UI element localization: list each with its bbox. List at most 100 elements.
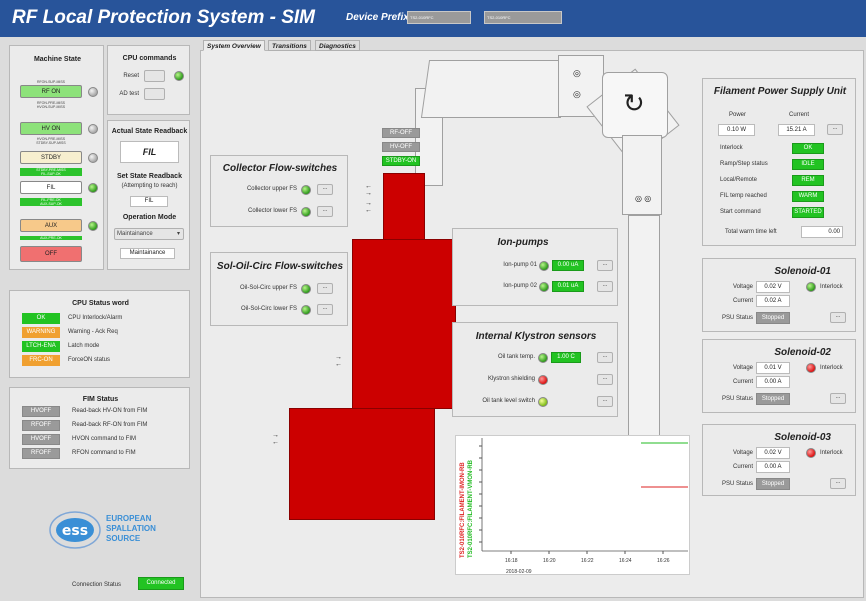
psu-status-label: PSU Status (721, 315, 753, 321)
flow-arrow-icon: ← → (365, 183, 372, 197)
bolt-icon: ◎ (573, 89, 581, 99)
filament-row-value: REM (792, 175, 824, 186)
filament-psu-panel: Filament Power Supply Unit Power Current… (702, 78, 856, 246)
state-button-stdby[interactable]: STDBY (20, 151, 82, 164)
cpu-status-badge: LTCH-ENA (22, 341, 60, 352)
reset-button[interactable] (144, 70, 165, 82)
ion-pump-02-label: Ion-pump 02 (503, 283, 537, 289)
voltage-label: Voltage (732, 365, 753, 371)
ion-pumps-panel: Ion-pumps Ion-pump 01 0.00 uA ... Ion-pu… (452, 228, 618, 306)
klystron-oil-tank (289, 408, 435, 520)
oil-temp-details-button[interactable]: ... (597, 352, 613, 363)
ion-pump-02-led (539, 282, 549, 292)
machine-state-panel: Machine State RFON-SUP-MISS RF ON RFON-P… (9, 45, 104, 270)
filament-row-label: FIL temp reached (720, 193, 767, 199)
state-button-off[interactable]: OFF (20, 246, 82, 262)
filament-row-label: Local/Remote (720, 177, 758, 183)
fil-led (88, 183, 98, 193)
shielding-details-button[interactable]: ... (597, 374, 613, 385)
fim-status-text: Read-back RF-ON from FIM (72, 422, 148, 428)
circulator-icon: ↻ (623, 88, 645, 118)
device-prefix-input[interactable]: TS2-010RFC (407, 11, 471, 24)
tab-diagnostics[interactable]: Diagnostics (315, 40, 360, 51)
flow-arrow-icon: → ← (335, 354, 342, 368)
current-label: Current (789, 112, 810, 118)
device-prefix-label: Device Prefix (346, 12, 409, 23)
oil-sol-lower-details-button[interactable]: ... (317, 304, 333, 315)
collector-fs-title: Collector Flow-switches (222, 163, 338, 174)
ess-logo: ess EUROPEAN SPALLATION SOURCE (48, 510, 158, 550)
tab-transitions[interactable]: Transitions (268, 40, 311, 51)
klystron-hv-state: HV-OFF (382, 142, 420, 152)
fim-status-badge: RFOFF (22, 448, 60, 459)
flow-arrow-icon: → ← (365, 200, 372, 214)
connection-status-label: Connection Status (72, 582, 122, 588)
klystron-sensors-panel: Internal Klystron sensors Oil tank temp.… (452, 322, 618, 417)
ion-pump-02-details-button[interactable]: ... (597, 281, 613, 292)
oil-temp-led (538, 353, 548, 363)
psu-status-value: Stopped (756, 312, 790, 324)
ion-pump-01-details-button[interactable]: ... (597, 260, 613, 271)
oil-level-led (538, 397, 548, 407)
ion-pump-01-led (539, 261, 549, 271)
state-button-fil[interactable]: FIL (20, 181, 82, 194)
fil-pre-label: FIL-PRE-OK AUX-SUP-OK (20, 198, 82, 206)
solenoid-current-value: 0.00 A (756, 461, 790, 473)
cpu-status-text: Latch mode (68, 343, 100, 349)
fim-status-panel: FIM Status HVOFF Read-back HV-ON from FIM… (9, 387, 190, 469)
ess-logo-text: EUROPEAN SPALLATION SOURCE (106, 514, 156, 544)
solenoid-details-button[interactable]: ... (830, 478, 846, 489)
hvon-pre-label: HVON-PRE-MISS STDBY-SUP-MISS (36, 137, 66, 145)
aux-led (88, 221, 98, 231)
klystron-stdby-state: STDBY-ON (382, 156, 420, 166)
actual-state-title: Actual State Readback (111, 128, 188, 135)
operation-mode-select[interactable]: Maintainance ▾ (114, 228, 184, 240)
state-button-rf-on[interactable]: RF ON (20, 85, 82, 98)
reset-led (174, 71, 184, 81)
oil-sol-lower-led (301, 305, 311, 315)
oil-temp-label: Oil tank temp. (497, 354, 535, 360)
trend-plot[interactable]: TS2-010RFC:FILAMENT-IMON-RB TS2-010RFC:F… (455, 435, 690, 575)
state-button-hv-on[interactable]: HV ON (20, 122, 82, 135)
sol-oil-fs-title: Sol-Oil-Circ Flow-switches (216, 261, 344, 272)
oil-sol-upper-details-button[interactable]: ... (317, 283, 333, 294)
solenoid-details-button[interactable]: ... (830, 393, 846, 404)
cpu-status-text: ForceON status (68, 357, 111, 363)
fim-status-badge: HVOFF (22, 434, 60, 445)
rfon-pre-label: RFON-PRE-MISS HVON-SUP-MISS (36, 101, 66, 109)
klystron-sensors-title: Internal Klystron sensors (475, 331, 597, 342)
machine-state-title: Machine State (33, 56, 82, 63)
shielding-led (538, 375, 548, 385)
logo-line-3: SOURCE (106, 534, 141, 543)
collector-upper-led (301, 185, 311, 195)
tab-system-overview[interactable]: System Overview (203, 40, 265, 51)
cpu-status-panel: CPU Status word OK CPU Interlock/Alarm WAR… (9, 290, 190, 378)
bolt-icon: ◎ ◎ (635, 194, 652, 203)
collector-lower-details-button[interactable]: ... (317, 206, 333, 217)
klystron-collector (383, 173, 425, 243)
stdby-pre-label: STDBY-PRE-MISS FIL-SUP-OK (20, 168, 82, 176)
filament-row-value: IDLE (792, 159, 824, 170)
collector-upper-details-button[interactable]: ... (317, 184, 333, 195)
filament-power-value: 0.10 W (718, 124, 755, 136)
rf-on-led (88, 87, 98, 97)
state-button-aux[interactable]: AUX (20, 219, 82, 232)
solenoid-details-button[interactable]: ... (830, 312, 846, 323)
psu-status-label: PSU Status (721, 481, 753, 487)
psu-status-value: Stopped (756, 478, 790, 490)
current-label: Current (732, 298, 753, 304)
ion-pump-02-value: 0.01 uA (552, 281, 584, 292)
trend-x-tick-label: 16:18 (505, 558, 518, 564)
solenoid-1-panel: Solenoid-01 Voltage 0.02 V Interlock Current… (702, 258, 856, 332)
rfon-sup-label: RFON-SUP-MISS (37, 80, 65, 84)
waveguide-down: ◎ ◎ (622, 135, 662, 215)
operation-mode-title: Operation Mode (122, 214, 177, 221)
solenoid-title: Solenoid-03 (774, 432, 831, 443)
warm-time-label: Total warm time left (725, 229, 777, 235)
filament-details-button[interactable]: ... (827, 124, 843, 135)
collector-lower-label: Collector lower FS (247, 208, 297, 214)
oil-level-details-button[interactable]: ... (597, 396, 613, 407)
svg-text:ess: ess (62, 523, 88, 539)
solenoid-title: Solenoid-01 (774, 266, 831, 277)
ad-test-button[interactable] (144, 88, 165, 100)
